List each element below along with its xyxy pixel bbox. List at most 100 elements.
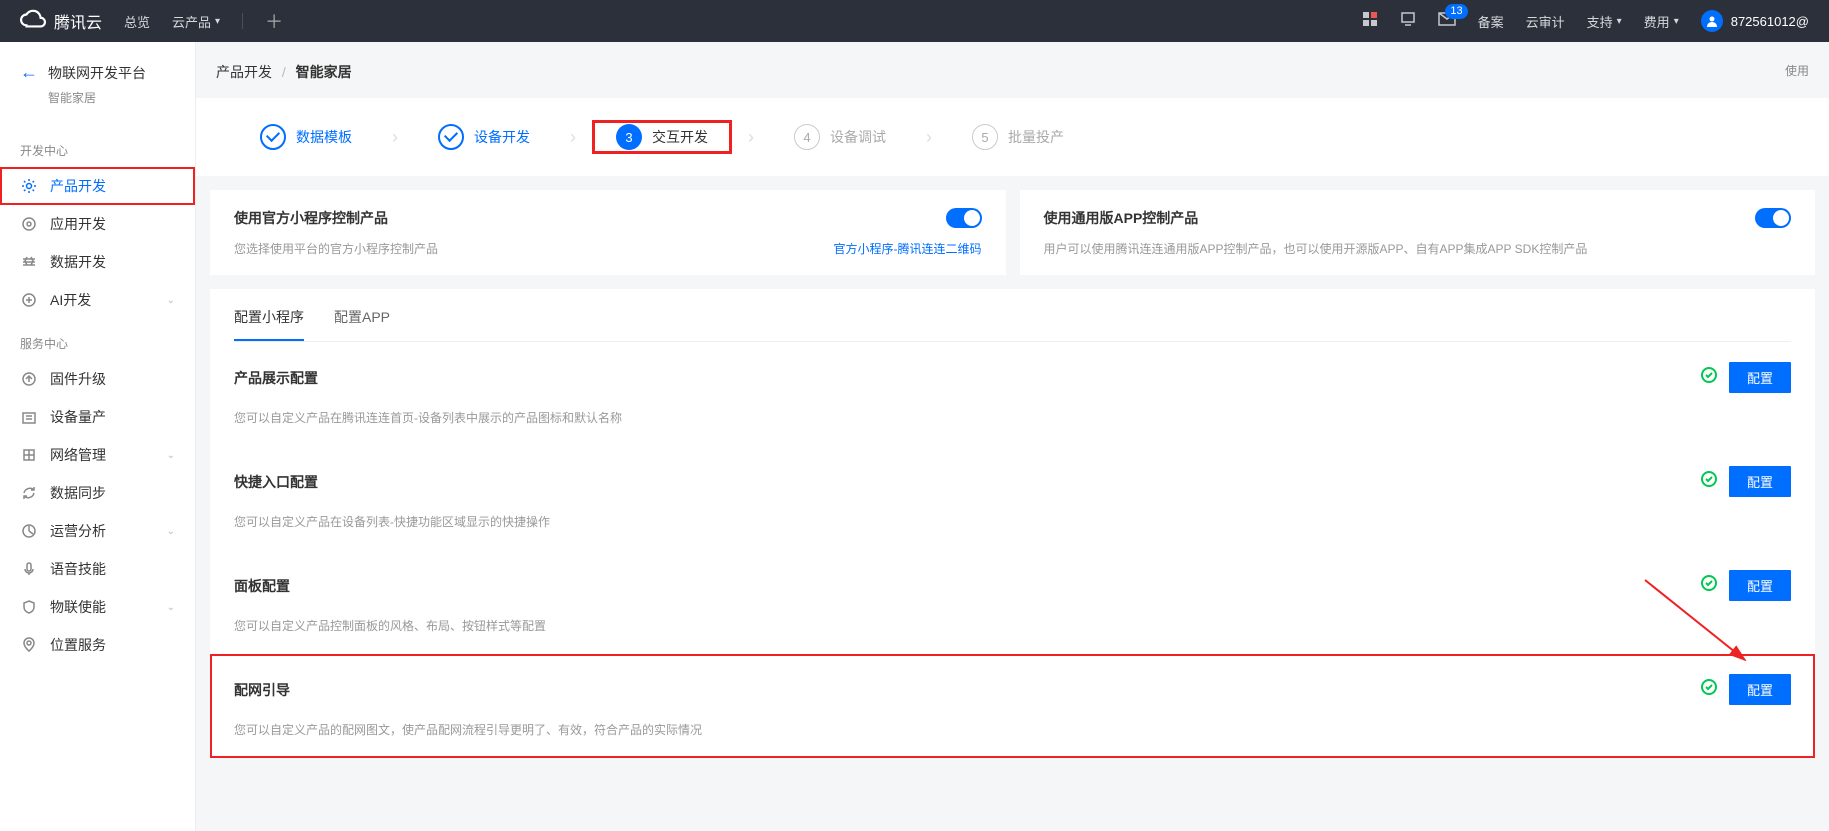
- card-desc: 用户可以使用腾讯连连通用版APP控制产品，也可以使用开源版APP、自有APP集成…: [1044, 240, 1792, 257]
- user-id: 872561012@: [1731, 14, 1809, 29]
- card-miniprogram: 使用官方小程序控制产品 您选择使用平台的官方小程序控制产品 官方小程序-腾讯连连…: [210, 190, 1006, 275]
- step-1[interactable]: 数据模板: [260, 124, 352, 150]
- nav-fee[interactable]: 费用 ▾: [1644, 12, 1679, 31]
- sidebar-back[interactable]: ← 物联网开发平台: [0, 62, 195, 85]
- section-desc: 您可以自定义产品的配网图文，使产品配网流程引导更明了、有效，符合产品的实际情况: [234, 721, 1791, 738]
- nav-overview[interactable]: 总览: [124, 12, 150, 31]
- sidebar-label: 语音技能: [50, 559, 106, 579]
- crumb-current: 智能家居: [296, 64, 352, 80]
- data-icon: [20, 253, 38, 271]
- sidebar-item-firmware[interactable]: 固件升级: [0, 360, 195, 398]
- section-desc: 您可以自定义产品在设备列表-快捷功能区域显示的快捷操作: [234, 513, 1791, 530]
- step-number: 3: [616, 124, 642, 150]
- chevron-right-icon: ›: [570, 127, 576, 148]
- gear-icon: [20, 177, 38, 195]
- nav-products[interactable]: 云产品 ▾: [172, 12, 220, 31]
- user-menu[interactable]: 872561012@: [1701, 10, 1809, 32]
- step-number: 5: [972, 124, 998, 150]
- sidebar-item-data-dev[interactable]: 数据开发: [0, 243, 195, 281]
- qrcode-link[interactable]: 官方小程序-腾讯连连二维码: [834, 240, 982, 257]
- console-icon[interactable]: [1400, 11, 1416, 32]
- sidebar-item-analytics[interactable]: 运营分析⌄: [0, 512, 195, 550]
- step-5[interactable]: 5批量投产: [972, 124, 1064, 150]
- step-3[interactable]: 3交互开发: [616, 124, 708, 150]
- sidebar-label: 物联使能: [50, 597, 106, 617]
- card-title: 使用官方小程序控制产品: [234, 208, 388, 228]
- sidebar-item-product-dev[interactable]: 产品开发: [0, 167, 195, 205]
- step-2[interactable]: 设备开发: [438, 124, 530, 150]
- avatar-icon: [1701, 10, 1723, 32]
- tab-miniprogram[interactable]: 配置小程序: [234, 307, 304, 341]
- nav-audit[interactable]: 云审计: [1526, 12, 1565, 31]
- mail-icon[interactable]: 13: [1438, 12, 1456, 31]
- toggle-miniprogram[interactable]: [946, 208, 982, 228]
- upgrade-icon: [20, 370, 38, 388]
- chevron-down-icon: ⌄: [167, 450, 175, 461]
- section-title: 面板配置: [234, 576, 290, 596]
- breadcrumb: 产品开发 / 智能家居 使用: [196, 42, 1829, 98]
- card-app: 使用通用版APP控制产品 用户可以使用腾讯连连通用版APP控制产品，也可以使用开…: [1020, 190, 1816, 275]
- check-icon: [438, 124, 464, 150]
- section-desc: 您可以自定义产品在腾讯连连首页-设备列表中展示的产品图标和默认名称: [234, 409, 1791, 426]
- section-title: 快捷入口配置: [234, 472, 318, 492]
- network-icon: [20, 446, 38, 464]
- chevron-down-icon: ▾: [215, 16, 220, 27]
- nav-support[interactable]: 支持 ▾: [1587, 12, 1622, 31]
- card-desc: 您选择使用平台的官方小程序控制产品: [234, 240, 438, 257]
- grid-icon[interactable]: [1362, 11, 1378, 32]
- divider: [242, 13, 243, 29]
- sidebar-item-location[interactable]: 位置服务: [0, 626, 195, 664]
- crumb-parent[interactable]: 产品开发: [216, 64, 272, 80]
- sidebar-subtitle: 智能家居: [0, 85, 195, 126]
- sidebar-label: 固件升级: [50, 369, 106, 389]
- section-title: 产品展示配置: [234, 368, 318, 388]
- app-icon: [20, 215, 38, 233]
- sidebar-item-sync[interactable]: 数据同步: [0, 474, 195, 512]
- chevron-right-icon: ›: [392, 127, 398, 148]
- sidebar-label: 数据开发: [50, 252, 106, 272]
- section-shortcut-config: 快捷入口配置 配置 您可以自定义产品在设备列表-快捷功能区域显示的快捷操作: [210, 446, 1815, 550]
- add-tab-button[interactable]: ＋: [265, 8, 283, 34]
- card-title: 使用通用版APP控制产品: [1044, 208, 1199, 228]
- sidebar-item-mass-prod[interactable]: 设备量产: [0, 398, 195, 436]
- config-button[interactable]: 配置: [1729, 674, 1791, 705]
- sidebar-section-service: 服务中心: [0, 319, 195, 360]
- sidebar-item-ai-dev[interactable]: AI开发 ⌄: [0, 281, 195, 319]
- section-title: 配网引导: [234, 680, 290, 700]
- section-panel-config: 面板配置 配置 您可以自定义产品控制面板的风格、布局、按钮样式等配置: [210, 550, 1815, 654]
- success-icon: [1701, 679, 1717, 700]
- chevron-down-icon: ▾: [1617, 16, 1622, 27]
- mic-icon: [20, 560, 38, 578]
- sidebar-section-dev: 开发中心: [0, 126, 195, 167]
- sidebar-item-voice[interactable]: 语音技能: [0, 550, 195, 588]
- config-button[interactable]: 配置: [1729, 570, 1791, 601]
- sidebar-label: 数据同步: [50, 483, 106, 503]
- success-icon: [1701, 367, 1717, 388]
- sidebar-label: 设备量产: [50, 407, 106, 427]
- toggle-app[interactable]: [1755, 208, 1791, 228]
- mail-badge: 13: [1445, 4, 1467, 19]
- tab-app[interactable]: 配置APP: [334, 307, 390, 341]
- location-icon: [20, 636, 38, 654]
- chevron-down-icon: ⌄: [167, 295, 175, 306]
- chevron-right-icon: ›: [748, 127, 754, 148]
- factory-icon: [20, 408, 38, 426]
- sidebar-item-app-dev[interactable]: 应用开发: [0, 205, 195, 243]
- step-number: 4: [794, 124, 820, 150]
- section-desc: 您可以自定义产品控制面板的风格、布局、按钮样式等配置: [234, 617, 1791, 634]
- sidebar-label: 应用开发: [50, 214, 106, 234]
- brand-logo[interactable]: 腾讯云: [20, 8, 102, 34]
- shield-icon: [20, 598, 38, 616]
- nav-beian[interactable]: 备案: [1478, 12, 1504, 31]
- sidebar-item-network[interactable]: 网络管理⌄: [0, 436, 195, 474]
- success-icon: [1701, 471, 1717, 492]
- brand-name: 腾讯云: [54, 9, 102, 33]
- section-display-config: 产品展示配置 配置 您可以自定义产品在腾讯连连首页-设备列表中展示的产品图标和默…: [210, 342, 1815, 446]
- config-button[interactable]: 配置: [1729, 466, 1791, 497]
- sidebar-item-iot-enable[interactable]: 物联使能 ⌄: [0, 588, 195, 626]
- chevron-down-icon: ⌄: [167, 602, 175, 613]
- step-4[interactable]: 4设备调试: [794, 124, 886, 150]
- usage-label: 使用: [1785, 62, 1809, 79]
- logo-icon: [20, 8, 46, 34]
- config-button[interactable]: 配置: [1729, 362, 1791, 393]
